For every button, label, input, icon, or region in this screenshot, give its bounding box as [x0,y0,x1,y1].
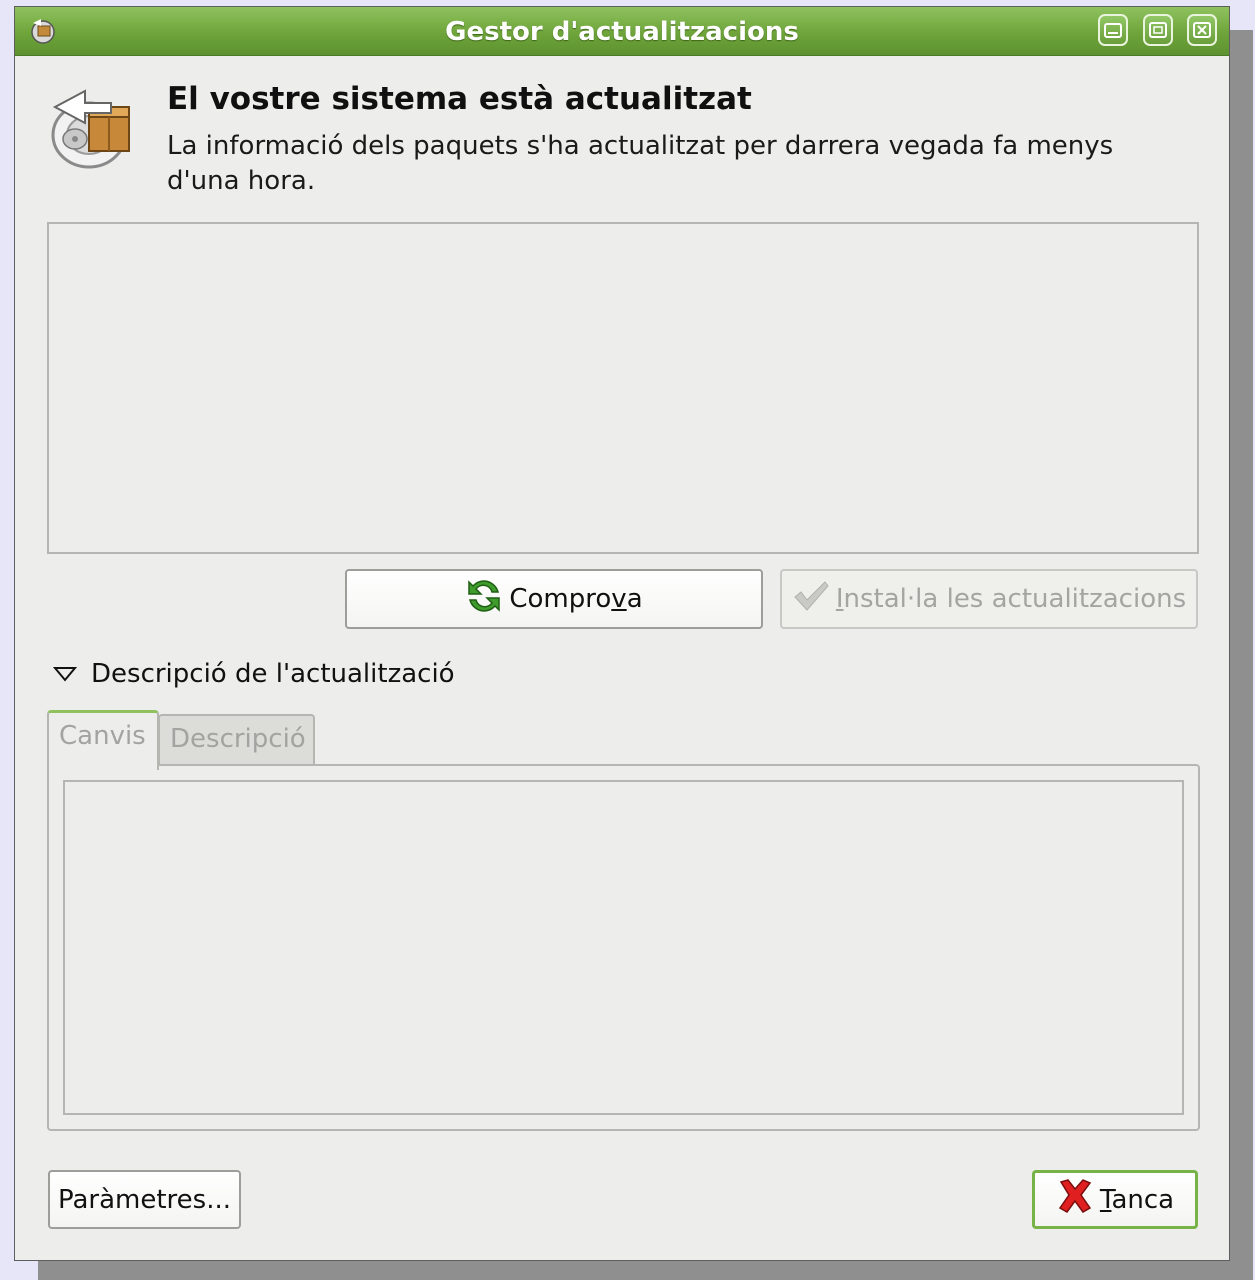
titlebar[interactable]: Gestor d'actualitzacions [15,7,1229,56]
package-update-icon [45,77,139,173]
tab-changes-label: Canvis [59,721,146,751]
maximize-button[interactable] [1143,14,1173,46]
refresh-icon [465,577,503,622]
settings-button-label: Paràmetres... [57,1184,232,1215]
tab-description[interactable]: Descripció [158,714,315,766]
minimize-button[interactable] [1098,14,1128,46]
close-window-button[interactable] [1187,14,1217,46]
description-expander[interactable]: Descripció de l'actualització [53,659,455,689]
updates-list[interactable] [47,222,1199,554]
expander-label: Descripció de l'actualització [91,659,455,689]
check-button-label: Comprova [509,584,643,614]
update-manager-window: Gestor d'actualitzacions El vostre siste… [14,6,1230,1261]
status-heading: El vostre sistema està actualitzat [167,81,752,117]
install-updates-button[interactable]: Instal·la les actualitzacions [780,569,1198,629]
close-red-x-icon [1056,1178,1094,1221]
maximize-icon [1149,22,1167,38]
status-description: La informació dels paquets s'ha actualit… [167,131,1114,196]
install-updates-label: Instal·la les actualitzacions [835,584,1187,614]
triangle-down-icon [53,667,77,682]
close-button[interactable]: Tanca [1032,1170,1198,1229]
changes-text-view[interactable] [63,780,1184,1115]
settings-button[interactable]: Paràmetres... [48,1170,241,1229]
tab-changes[interactable]: Canvis [47,710,159,770]
tab-description-label: Descripció [170,724,306,754]
close-button-label: Tanca [1099,1184,1175,1215]
window-title: Gestor d'actualitzacions [445,17,799,47]
details-notebook [47,764,1200,1131]
minimize-icon [1104,23,1122,38]
check-button[interactable]: Comprova [345,569,763,629]
close-icon [1193,22,1211,38]
check-icon [792,579,830,620]
